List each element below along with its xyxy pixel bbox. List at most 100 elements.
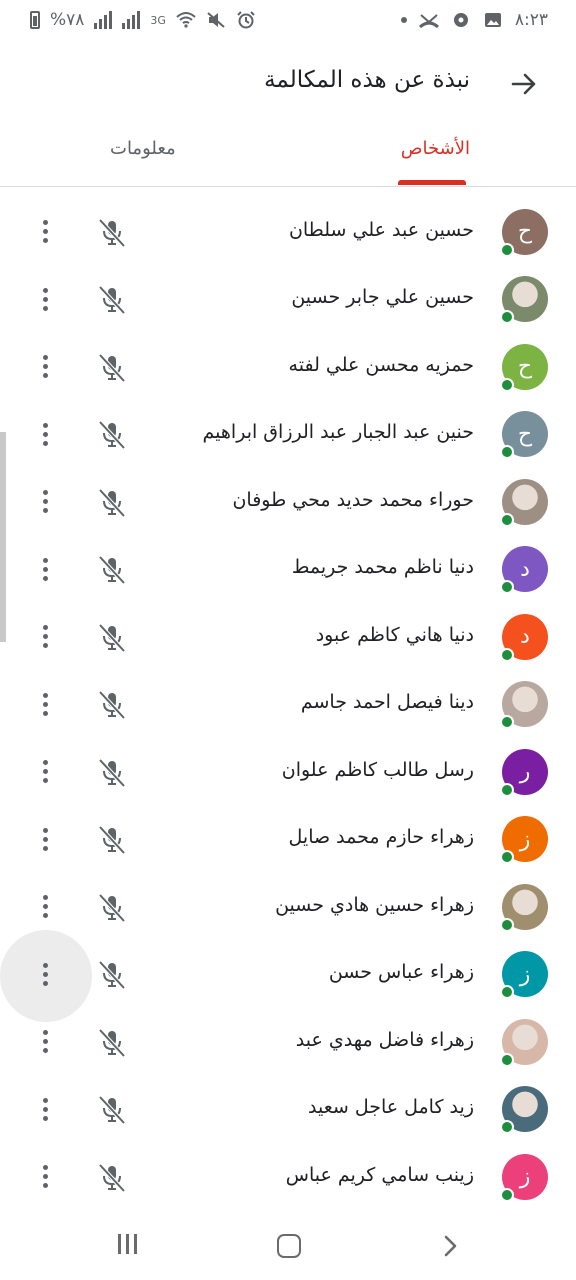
mic-off-icon <box>98 555 126 585</box>
avatar-initial: ح <box>517 421 533 447</box>
participant-name: دينا فيصل احمد جاسم <box>300 691 474 713</box>
participant-row[interactable]: ح حنين عبد الجبار عبد الرزاق ابراهيم <box>0 400 576 468</box>
participant-name: زيد كامل عاجل سعيد <box>307 1096 474 1118</box>
participant-row[interactable]: ر رسل طالب كاظم علوان <box>0 738 576 806</box>
presence-indicator <box>500 850 514 864</box>
arrow-forward-icon <box>511 73 536 95</box>
mic-off-icon <box>98 758 126 787</box>
participant-row[interactable]: ز زينب سامي كريم عباس <box>0 1143 576 1211</box>
status-bar: %٧٨ 3G ٨:٢٣ <box>0 0 576 44</box>
missed-call-icon <box>418 14 439 29</box>
home-button[interactable] <box>277 1234 301 1258</box>
participant-name: زهراء فاضل مهدي عبد <box>295 1028 474 1051</box>
alarm-icon <box>237 11 255 29</box>
more-options-button[interactable] <box>30 688 60 720</box>
more-options-button[interactable] <box>30 351 60 383</box>
presence-indicator <box>500 310 514 324</box>
more-options-button[interactable] <box>30 216 60 248</box>
more-options-button[interactable] <box>30 756 60 788</box>
participant-name: حمزيه محسن علي لفته <box>288 353 474 376</box>
participant-row[interactable]: دينا فيصل احمد جاسم <box>0 670 576 738</box>
participant-row[interactable]: حوراء محمد حديد محي طوفان <box>0 468 576 536</box>
network-type: 3G <box>150 13 166 27</box>
participant-name: حسين عبد علي سلطان <box>288 218 474 241</box>
presence-indicator <box>500 715 514 729</box>
mic-off-icon <box>98 1028 126 1057</box>
more-options-button[interactable] <box>30 418 60 450</box>
more-options-button[interactable] <box>30 1026 60 1058</box>
mic-off-icon <box>98 893 126 922</box>
participant-name: زهراء عباس حسن <box>328 961 474 983</box>
mic-off-icon <box>98 285 126 315</box>
participant-row[interactable]: ح حسين عبد علي سلطان <box>0 198 576 266</box>
participant-name: زينب سامي كريم عباس <box>285 1163 474 1186</box>
battery-percent: %٧٨ <box>50 10 85 30</box>
presence-indicator <box>500 647 514 662</box>
presence-indicator <box>500 782 514 797</box>
avatar-initial: ح <box>517 219 533 244</box>
avatar-initial: ر <box>519 759 531 784</box>
presence-indicator <box>500 187 514 189</box>
scrollbar[interactable] <box>0 432 6 642</box>
clock: ٨:٢٣ <box>514 10 548 30</box>
participant-row[interactable]: زهراء حسين هادي حسين <box>0 873 576 941</box>
recent-apps-button[interactable] <box>118 1234 137 1254</box>
avatar-initial: د <box>520 624 530 649</box>
participant-row[interactable]: زيد كامل عاجل سعيد <box>0 1075 576 1143</box>
participant-row[interactable]: ح حمزيه محسن علي لفته <box>0 333 576 401</box>
more-options-button[interactable] <box>30 553 60 585</box>
presence-indicator <box>500 512 514 527</box>
page-title: نبذة عن هذه المكالمة <box>264 67 470 93</box>
more-options-button[interactable] <box>30 1093 60 1125</box>
mic-off-icon <box>98 1095 126 1125</box>
more-options-button[interactable] <box>30 1161 60 1193</box>
participant-name: دنيا هاني كاظم عبود <box>315 623 474 646</box>
more-options-button[interactable] <box>0 930 92 1022</box>
tab-people[interactable]: الأشخاص <box>401 138 470 159</box>
battery-icon <box>30 11 40 29</box>
participant-row[interactable]: ... <box>0 187 576 198</box>
signal-icon <box>94 11 113 29</box>
avatar-initial: د <box>520 556 530 582</box>
participant-row[interactable]: د دنيا هاني كاظم عبود <box>0 603 576 671</box>
tab-bar: الأشخاص معلومات <box>0 124 576 187</box>
participant-row[interactable]: ز زهراء حازم محمد صايل <box>0 805 576 873</box>
participant-row[interactable]: د دنيا ناظم محمد جريمط <box>0 535 576 603</box>
mute-icon <box>207 12 225 28</box>
participant-name: دنيا ناظم محمد جريمط <box>291 556 474 578</box>
tab-info[interactable]: معلومات <box>110 138 176 159</box>
presence-indicator <box>500 377 514 392</box>
participant-row[interactable]: زهراء فاضل مهدي عبد <box>0 1008 576 1076</box>
participant-list[interactable]: ... ح حسين عبد علي سلطان حسين علي جابر حسين… <box>0 187 576 1210</box>
more-options-button[interactable] <box>30 486 60 518</box>
participant-name: رسل طالب كاظم علوان <box>281 758 474 781</box>
wifi-icon <box>176 12 196 28</box>
more-options-button[interactable] <box>30 621 60 653</box>
app-header: نبذة عن هذه المكالمة <box>0 44 576 124</box>
mic-off-icon <box>98 623 126 652</box>
mic-off-icon <box>98 825 126 855</box>
presence-indicator <box>500 917 514 932</box>
more-options-button[interactable] <box>30 283 60 315</box>
system-nav-bar <box>0 1210 576 1280</box>
avatar-initial: ز <box>519 826 531 852</box>
presence-indicator <box>500 580 514 594</box>
mic-off-icon <box>98 690 126 720</box>
participant-row[interactable]: حسين علي جابر حسين <box>0 265 576 333</box>
nav-back-button[interactable] <box>436 1232 464 1260</box>
mic-off-icon <box>98 1163 126 1192</box>
settings-icon <box>453 13 468 27</box>
avatar-initial: ح <box>517 354 533 379</box>
participant-name: حنين عبد الجبار عبد الرزاق ابراهيم <box>202 421 474 443</box>
participant-row[interactable]: ز زهراء عباس حسن <box>0 930 576 1022</box>
mic-off-icon <box>98 353 126 382</box>
participant-name: زهراء حسين هادي حسين <box>275 893 474 916</box>
participant-name: حسين علي جابر حسين <box>291 286 474 308</box>
back-button[interactable] <box>506 66 542 102</box>
mic-off-icon <box>98 420 126 450</box>
more-options-button[interactable] <box>30 823 60 855</box>
gallery-icon <box>484 13 501 27</box>
presence-indicator <box>500 242 514 257</box>
presence-indicator <box>500 1120 514 1134</box>
more-options-button[interactable] <box>30 891 60 923</box>
